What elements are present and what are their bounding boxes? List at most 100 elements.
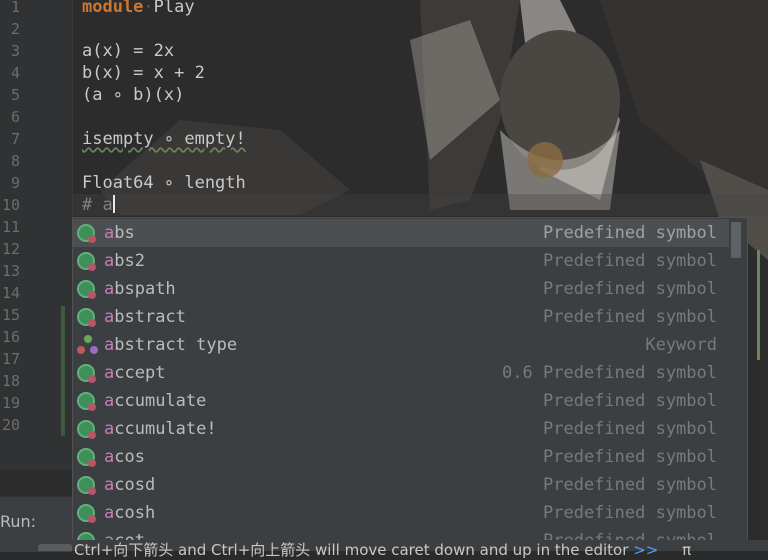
line-number: 19 xyxy=(1,394,20,412)
completion-item-type: Predefined symbol xyxy=(543,415,717,443)
completion-item[interactable]: abs2 Predefined symbol xyxy=(73,247,729,275)
predefined-symbol-icon xyxy=(77,392,96,411)
completion-item-rest: bspath xyxy=(114,279,176,299)
line-number: 18 xyxy=(1,372,20,390)
completion-item-type: Predefined symbol xyxy=(543,471,717,499)
completion-item-type-text: Predefined symbol xyxy=(543,279,717,299)
completion-item-name: acosd xyxy=(104,471,155,499)
completion-item-type-text: Predefined symbol xyxy=(543,503,717,523)
predefined-symbol-icon xyxy=(77,364,96,383)
line-number: 2 xyxy=(10,20,20,38)
hint-tail: π xyxy=(682,541,692,559)
completion-item-rest: ccumulate xyxy=(114,391,207,411)
completion-item-type-text: Predefined symbol xyxy=(543,223,717,243)
predefined-symbol-icon xyxy=(77,476,96,495)
completion-item[interactable]: abspath Predefined symbol xyxy=(73,275,729,303)
completion-item-type-text: Predefined symbol xyxy=(543,475,717,495)
completion-item-type: 0.6 Predefined symbol xyxy=(502,359,717,387)
line-number: 4 xyxy=(10,64,20,82)
code-line-7: isempty ∘ empty! xyxy=(82,128,246,150)
module-name: Play xyxy=(153,0,195,17)
completion-item[interactable]: accept 0.6 Predefined symbol xyxy=(73,359,729,387)
completion-match-prefix: a xyxy=(104,223,115,243)
completion-item-name: acosh xyxy=(104,499,155,527)
line-number: 20 xyxy=(1,416,20,434)
completion-item-type-text: Predefined symbol xyxy=(543,419,717,439)
code-line-7-text: isempty ∘ empty! xyxy=(82,129,246,149)
code-line-1: module·Play xyxy=(82,0,195,18)
completion-item-name: acos xyxy=(104,443,145,471)
code-line-9: Float64 ∘ length xyxy=(82,172,246,194)
line-number: 8 xyxy=(10,152,20,170)
completion-item-name: abstract type xyxy=(104,331,237,359)
completion-item[interactable]: acosd Predefined symbol xyxy=(73,471,729,499)
completion-item-type-text: Predefined symbol xyxy=(543,363,717,383)
run-button[interactable] xyxy=(38,544,72,551)
completion-item-rest: bstract type xyxy=(114,335,238,355)
code-line-5: (a ∘ b)(x) xyxy=(82,84,184,106)
completion-item-version: 0.6 xyxy=(502,363,533,383)
module-keyword: module xyxy=(82,0,144,17)
completion-item[interactable]: accumulate Predefined symbol xyxy=(73,387,729,415)
change-marker-right xyxy=(757,250,760,360)
completion-item-type: Predefined symbol xyxy=(543,247,717,275)
completion-item-type: Predefined symbol xyxy=(543,219,717,247)
line-number: 11 xyxy=(1,218,20,236)
completion-item-name: accumulate xyxy=(104,387,206,415)
completion-item-type: Predefined symbol xyxy=(543,275,717,303)
change-marker xyxy=(61,306,65,436)
line-number: 15 xyxy=(1,306,20,324)
line-number: 1 xyxy=(10,0,20,16)
completion-item-type-text: Predefined symbol xyxy=(543,447,717,467)
completion-match-prefix: a xyxy=(104,503,115,523)
completion-item[interactable]: abstract type Keyword xyxy=(73,331,729,359)
completion-item[interactable]: accumulate! Predefined symbol xyxy=(73,415,729,443)
completion-popup[interactable]: abs Predefined symbol abs2 Predefined symbo… xyxy=(72,217,748,551)
hint-text: Ctrl+向下箭头 and Ctrl+向上箭头 will move caret … xyxy=(74,541,629,559)
code-line-9-text: Float64 ∘ length xyxy=(82,173,246,193)
predefined-symbol-icon xyxy=(77,448,96,467)
completion-item-type: Keyword xyxy=(645,331,717,359)
completion-item[interactable]: abs Predefined symbol xyxy=(73,219,729,247)
predefined-symbol-icon xyxy=(77,420,96,439)
completion-item[interactable]: abstract Predefined symbol xyxy=(73,303,729,331)
editor-hint: Ctrl+向下箭头 and Ctrl+向上箭头 will move caret … xyxy=(74,539,691,560)
predefined-symbol-icon xyxy=(77,280,96,299)
completion-item[interactable]: acos Predefined symbol xyxy=(73,443,729,471)
line-number: 10 xyxy=(1,196,20,214)
completion-item-type: Predefined symbol xyxy=(543,303,717,331)
completion-item-rest: bs2 xyxy=(114,251,145,271)
completion-item-name: abs2 xyxy=(104,247,145,275)
completion-match-prefix: a xyxy=(104,447,115,467)
current-line-highlight xyxy=(73,194,768,216)
completion-item-type: Predefined symbol xyxy=(543,387,717,415)
code-line-3: a(x) = 2x xyxy=(82,40,174,62)
line-number: 13 xyxy=(1,262,20,280)
hint-more-link[interactable]: >> xyxy=(633,541,658,559)
completion-scrollbar-thumb[interactable] xyxy=(731,222,741,258)
completion-match-prefix: a xyxy=(104,279,115,299)
line-number: 6 xyxy=(10,108,20,126)
completion-item-rest: bstract xyxy=(114,307,186,327)
completion-scrollbar[interactable] xyxy=(731,218,743,550)
code-line-10: # a xyxy=(82,194,115,216)
line-number: 16 xyxy=(1,328,20,346)
completion-item-name: accumulate! xyxy=(104,415,217,443)
completion-item[interactable]: acosh Predefined symbol xyxy=(73,499,729,527)
line-number: 12 xyxy=(1,240,20,258)
completion-item-type: Predefined symbol xyxy=(543,443,717,471)
completion-item-type-text: Predefined symbol xyxy=(543,391,717,411)
completion-match-prefix: a xyxy=(104,391,115,411)
completion-item-rest: cosd xyxy=(114,475,156,495)
code-line-4: b(x) = x + 2 xyxy=(82,62,205,84)
predefined-symbol-icon xyxy=(77,308,96,327)
run-label: Run: xyxy=(0,512,37,531)
keyword-icon xyxy=(77,335,99,357)
code-line-5-text: (a ∘ b)(x) xyxy=(82,85,185,105)
code-line-3-text: a(x) = 2x xyxy=(82,41,175,61)
completion-item-name: accept xyxy=(104,359,165,387)
completion-item-type: Predefined symbol xyxy=(543,499,717,527)
completion-item-name: abspath xyxy=(104,275,176,303)
text-caret xyxy=(112,195,115,213)
code-line-4-text: b(x) = x + 2 xyxy=(82,63,205,83)
